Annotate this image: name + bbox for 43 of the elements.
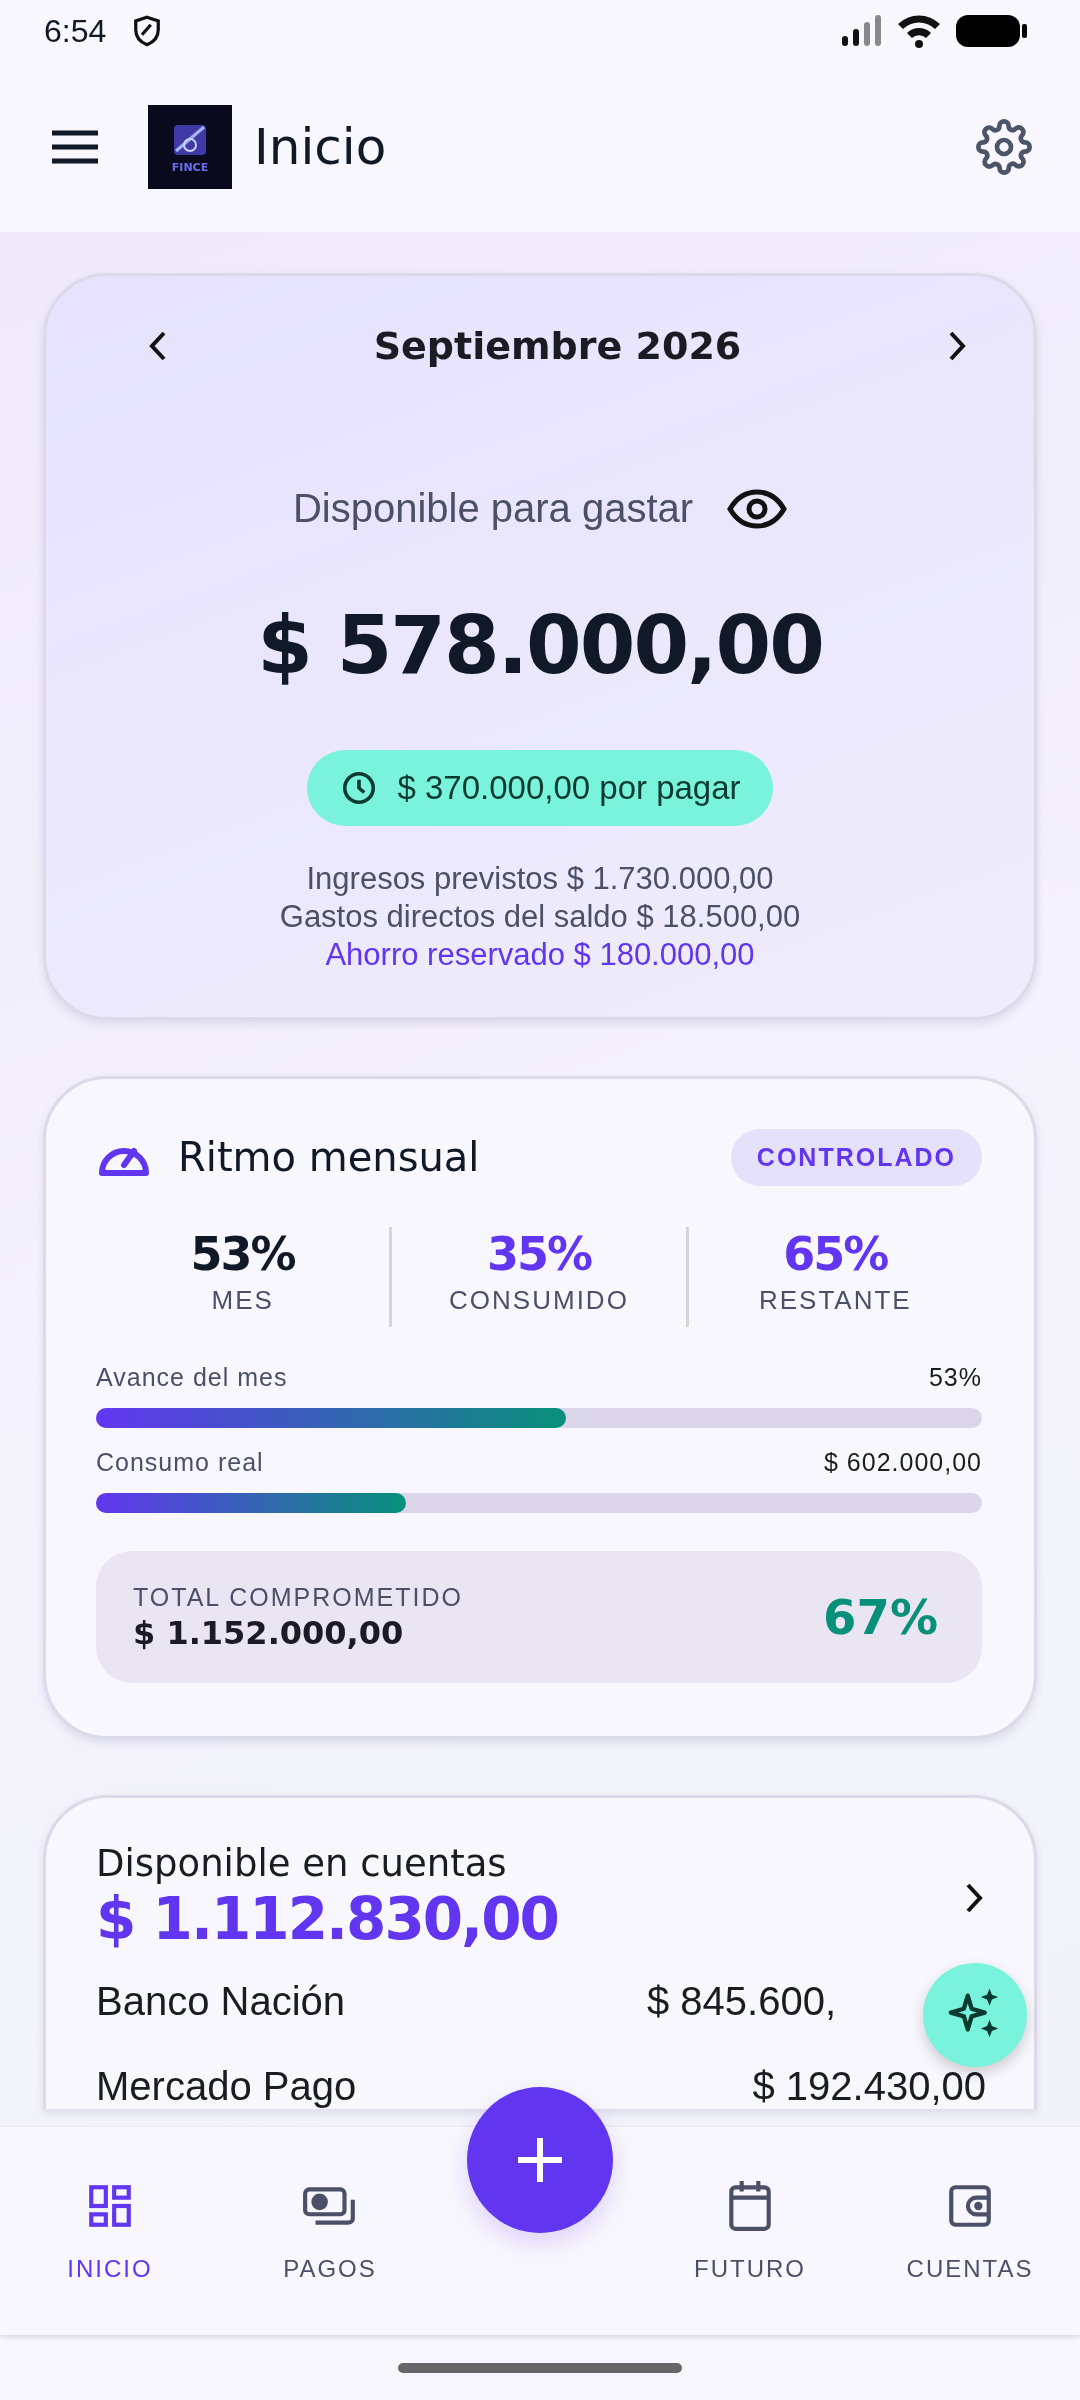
stat-value: 35% xyxy=(486,1227,592,1281)
stat-label: CONSUMIDO xyxy=(449,1285,629,1316)
pending-text: $ 370.000,00 por pagar xyxy=(397,769,741,807)
status-badge: CONTROLADO xyxy=(730,1128,982,1186)
available-label: Disponible para gastar xyxy=(292,486,694,531)
summary-line: Ingresos previstos $ 1.730.000,00 xyxy=(306,860,774,898)
accounts-total: $ 1.112.830,00 xyxy=(96,1885,559,1953)
month-label: Septiembre 2026 xyxy=(373,324,742,368)
stat-label: MES xyxy=(211,1285,274,1316)
progress-reading: $ 602.000,00 xyxy=(824,1448,982,1477)
shield-icon xyxy=(132,14,163,48)
summary-line: Ahorro reservado $ 180.000,00 xyxy=(325,936,755,974)
nav-tab[interactable]: FUTURO xyxy=(640,2127,860,2335)
clock-icon xyxy=(341,770,378,806)
progress-label: Consumo real xyxy=(96,1448,264,1477)
summary-line: Gastos directos del saldo $ 18.500,00 xyxy=(279,898,801,936)
settings-button[interactable] xyxy=(976,119,1032,175)
nav-tab[interactable]: INICIO xyxy=(0,2127,220,2335)
account-balance: $ 845.600, xyxy=(646,1979,836,2024)
card-title: Ritmo mensual xyxy=(178,1134,480,1180)
stat-label: RESTANTE xyxy=(758,1285,912,1316)
app-logo: FINCE xyxy=(148,105,232,189)
stat-value: 65% xyxy=(783,1227,888,1281)
total-percent: 67% xyxy=(823,1589,938,1645)
total-amount: $ 1.152.000,00 xyxy=(133,1613,405,1652)
stat-value: 53% xyxy=(190,1227,295,1281)
battery-icon xyxy=(956,14,1028,48)
account-name: Banco Nación xyxy=(96,1979,346,2024)
status-time: 6:54 xyxy=(44,12,107,50)
account-name: Mercado Pago xyxy=(96,2064,357,2109)
progress-reading: 53% xyxy=(928,1363,982,1392)
nav-tab[interactable]: CUENTAS xyxy=(860,2127,1080,2335)
nav-tab[interactable]: PAGOS xyxy=(220,2127,440,2335)
progress-label: Avance del mes xyxy=(96,1363,288,1392)
account-balance: $ 192.430,00 xyxy=(752,2064,986,2109)
settings-icon xyxy=(976,119,1032,175)
screen-title: Inicio xyxy=(254,118,387,176)
available-amount: $ 578.000,00 xyxy=(257,599,823,692)
signal-icon xyxy=(840,14,882,48)
card-title: Disponible en cuentas xyxy=(96,1842,508,1885)
total-label: TOTAL COMPROMETIDO xyxy=(133,1582,464,1612)
visibility-button[interactable] xyxy=(727,488,788,529)
wifi-icon xyxy=(896,14,942,48)
